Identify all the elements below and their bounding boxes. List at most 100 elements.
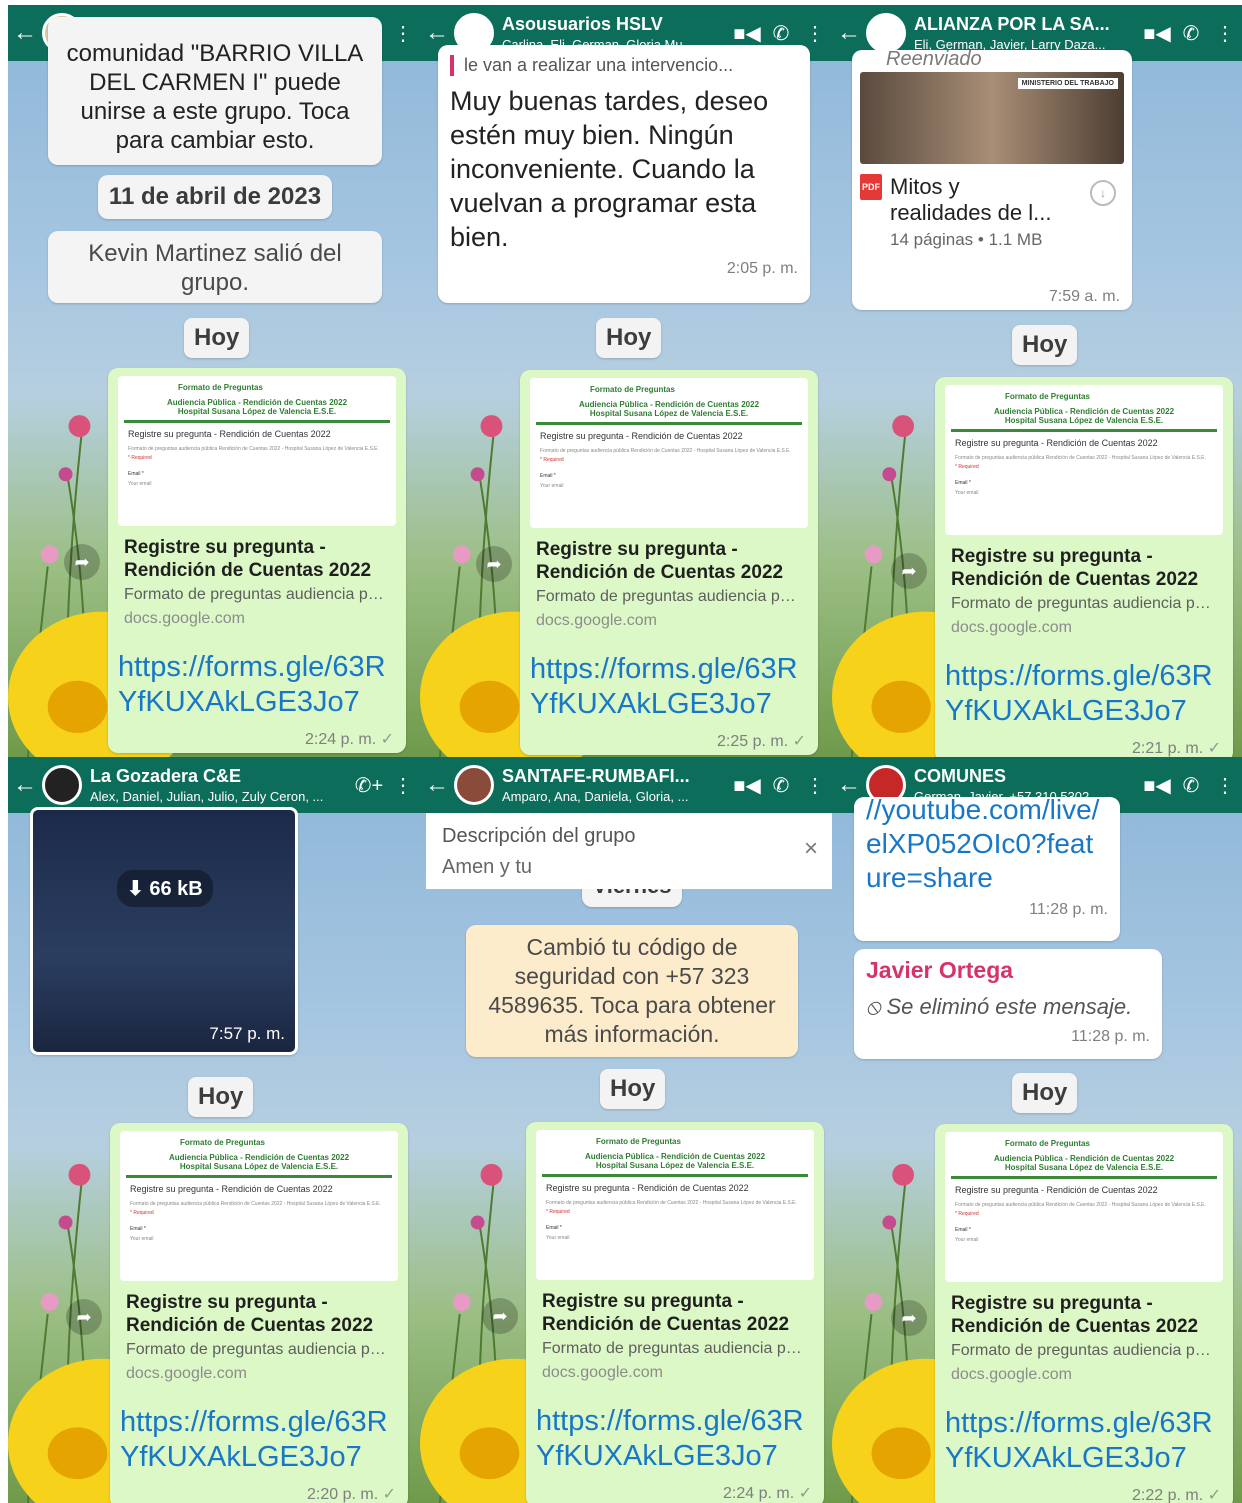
close-icon[interactable]: × <box>804 835 818 863</box>
video-call-icon[interactable]: ■◀ <box>730 757 764 813</box>
document-meta: 14 páginas • 1.1 MB <box>890 230 1043 249</box>
form-subtitle-1: Audiencia Pública - Rendición de Cuentas… <box>993 407 1175 416</box>
link-url[interactable]: https://forms.gle/63RYfKUXAkLGE3Jo7 <box>118 650 392 720</box>
form-required: * Required <box>955 464 979 470</box>
forward-icon[interactable]: ➦ <box>476 546 512 582</box>
link-message[interactable]: Formato de Preguntas Audiencia Pública - … <box>526 1122 824 1503</box>
forward-icon[interactable]: ➦ <box>891 553 927 589</box>
document-row[interactable]: PDF Mitos y realidades de l... 14 páginas … <box>860 164 1124 250</box>
link-message[interactable]: Formato de Preguntas Audiencia Pública - … <box>520 370 818 755</box>
link-preview-image[interactable]: Formato de Preguntas Audiencia Pública - … <box>536 1130 814 1280</box>
form-subtitle-2: Hospital Susana López de Valencia E.S.E. <box>589 409 749 418</box>
sender-name[interactable]: Javier Ortega <box>866 957 1150 984</box>
form-required: * Required <box>540 457 564 463</box>
quoted-reply[interactable]: le van a realizar una intervencio... <box>450 55 798 76</box>
link-title[interactable]: Registre su pregunta - Rendición de Cuen… <box>536 538 804 584</box>
download-icon[interactable]: ↓ <box>1090 180 1116 206</box>
link-message[interactable]: Formato de Preguntas Audiencia Pública - … <box>108 368 406 753</box>
system-message[interactable]: comunidad "BARRIO VILLA DEL CARMEN I" pu… <box>48 17 382 165</box>
form-body: Registre su pregunta - Rendición de Cuen… <box>955 438 1158 448</box>
back-arrow-icon[interactable]: ← <box>420 757 454 813</box>
link-preview-image[interactable]: Formato de Preguntas Audiencia Pública - … <box>945 1132 1223 1282</box>
chat-title-area[interactable]: La Gozadera C&E Alex, Daniel, Julian, Jul… <box>82 766 352 804</box>
form-body: Registre su pregunta - Rendición de Cuen… <box>130 1184 333 1194</box>
link-url[interactable]: https://forms.gle/63RYfKUXAkLGE3Jo7 <box>536 1404 810 1474</box>
video-call-icon[interactable]: ■◀ <box>1140 757 1174 813</box>
voice-call-icon[interactable]: ✆ <box>764 757 798 813</box>
group-description-banner[interactable]: Descripción del grupo Amen y tu × <box>426 813 832 889</box>
link-preview-image[interactable]: Formato de Preguntas Audiencia Pública - … <box>945 385 1223 535</box>
document-message[interactable]: Reenviado MINISTERIO DEL TRABAJO PDF Mitos … <box>852 48 1132 310</box>
back-arrow-icon[interactable]: ← <box>8 757 42 813</box>
back-arrow-icon[interactable]: ← <box>8 5 42 61</box>
link-title[interactable]: Registre su pregunta - Rendición de Cuen… <box>126 1291 394 1337</box>
voice-call-icon[interactable]: ✆ <box>1174 757 1208 813</box>
group-avatar[interactable] <box>454 765 494 805</box>
message-time: 2:22 p. m. ✓ <box>1132 1485 1221 1503</box>
message-time: 2:20 p. m. ✓ <box>307 1484 396 1503</box>
link-url[interactable]: https://forms.gle/63RYfKUXAkLGE3Jo7 <box>120 1405 394 1475</box>
media-message[interactable]: ⬇ 66 kB 7:57 p. m. <box>30 807 298 1055</box>
download-size-chip[interactable]: ⬇ 66 kB <box>117 870 213 907</box>
forward-icon[interactable]: ➦ <box>64 544 100 580</box>
link-url[interactable]: https://forms.gle/63RYfKUXAkLGE3Jo7 <box>945 659 1219 729</box>
form-body: Registre su pregunta - Rendición de Cuen… <box>540 431 743 441</box>
chat-title-area[interactable]: ALIANZA POR LA SA... Eli, German, Javier,… <box>906 14 1140 52</box>
date-chip: 11 de abril de 2023 <box>98 175 332 219</box>
group-avatar[interactable] <box>866 13 906 53</box>
link-title[interactable]: Registre su pregunta - Rendición de Cuen… <box>124 536 392 582</box>
link-preview-image[interactable]: Formato de Preguntas Audiencia Pública - … <box>530 378 808 528</box>
forward-icon[interactable]: ➦ <box>66 1299 102 1335</box>
form-subtitle-2: Hospital Susana López de Valencia E.S.E. <box>177 407 337 416</box>
deleted-message[interactable]: Javier Ortega ⦸ Se eliminó este mensaje. 1… <box>854 949 1162 1059</box>
link-message[interactable]: Formato de Preguntas Audiencia Pública - … <box>935 377 1233 757</box>
group-avatar[interactable] <box>42 765 82 805</box>
link-title[interactable]: Registre su pregunta - Rendición de Cuen… <box>951 1292 1219 1338</box>
message-time: 7:59 a. m. <box>1048 288 1120 305</box>
link-description: Formato de preguntas audiencia pública R… <box>542 1340 810 1357</box>
message-time: 2:05 p. m. <box>726 260 798 277</box>
text-message[interactable]: le van a realizar una intervencio... Muy … <box>438 45 810 303</box>
add-call-icon[interactable]: ✆+ <box>352 757 386 813</box>
forward-icon[interactable]: ➦ <box>891 1300 927 1336</box>
more-vert-icon[interactable]: ⋮ <box>1208 5 1242 61</box>
link-message[interactable]: Formato de Preguntas Audiencia Pública - … <box>110 1123 408 1503</box>
security-code-message[interactable]: Cambió tu código de seguridad con +57 32… <box>466 925 798 1057</box>
more-vert-icon[interactable]: ⋮ <box>798 757 832 813</box>
form-email-placeholder: Your email <box>128 481 152 487</box>
form-heading: Formato de Preguntas <box>596 1136 681 1146</box>
form-heading: Formato de Preguntas <box>590 384 675 394</box>
download-size: 66 kB <box>149 878 203 900</box>
more-vert-icon[interactable]: ⋮ <box>386 757 420 813</box>
chat-members: Alex, Daniel, Julian, Julio, Zuly Ceron,… <box>90 789 324 804</box>
video-call-icon[interactable]: ■◀ <box>1140 5 1174 61</box>
link-description: Formato de preguntas audiencia pública R… <box>124 586 392 603</box>
link-description: Formato de preguntas audiencia pública R… <box>536 588 804 605</box>
document-thumbnail[interactable]: MINISTERIO DEL TRABAJO <box>860 72 1124 164</box>
link-url[interactable]: https://forms.gle/63RYfKUXAkLGE3Jo7 <box>530 652 804 722</box>
voice-call-icon[interactable]: ✆ <box>1174 5 1208 61</box>
link-message[interactable]: Formato de Preguntas Audiencia Pública - … <box>935 1124 1233 1503</box>
link-text-message[interactable]: //youtube.com/live/elXP052OIc0?feature=s… <box>854 794 1120 941</box>
link-title[interactable]: Registre su pregunta - Rendición de Cuen… <box>542 1290 810 1336</box>
more-vert-icon[interactable]: ⋮ <box>1208 757 1242 813</box>
forward-icon[interactable]: ➦ <box>482 1298 518 1334</box>
system-message-left[interactable]: Kevin Martinez salió del grupo. <box>48 231 382 303</box>
sent-check-icon: ✓ <box>1203 1487 1221 1503</box>
document-title: Mitos y realidades de l... <box>890 174 1052 225</box>
chat-title-area[interactable]: SANTAFE-RUMBAFI... Amparo, Ana, Daniela, … <box>494 766 730 804</box>
link-domain: docs.google.com <box>124 610 245 627</box>
form-email-placeholder: Your email <box>540 483 564 489</box>
link-title[interactable]: Registre su pregunta - Rendición de Cuen… <box>951 545 1219 591</box>
link-preview-image[interactable]: Formato de Preguntas Audiencia Pública - … <box>118 376 396 526</box>
more-vert-icon[interactable]: ⋮ <box>386 5 420 61</box>
date-chip-today: Hoy <box>184 318 250 358</box>
message-link[interactable]: //youtube.com/live/elXP052OIc0?feature=s… <box>866 793 1108 893</box>
message-time: 2:24 p. m. ✓ <box>305 729 394 749</box>
chat-title: COMUNES <box>914 766 1007 786</box>
chat-panel-2: ←Asousuarios HSLVCarlina, Eli, German, G… <box>420 5 832 757</box>
link-domain: docs.google.com <box>951 1366 1072 1383</box>
time-text: 2:24 p. m. <box>722 1485 795 1502</box>
link-preview-image[interactable]: Formato de Preguntas Audiencia Pública - … <box>120 1131 398 1281</box>
link-url[interactable]: https://forms.gle/63RYfKUXAkLGE3Jo7 <box>945 1406 1219 1476</box>
